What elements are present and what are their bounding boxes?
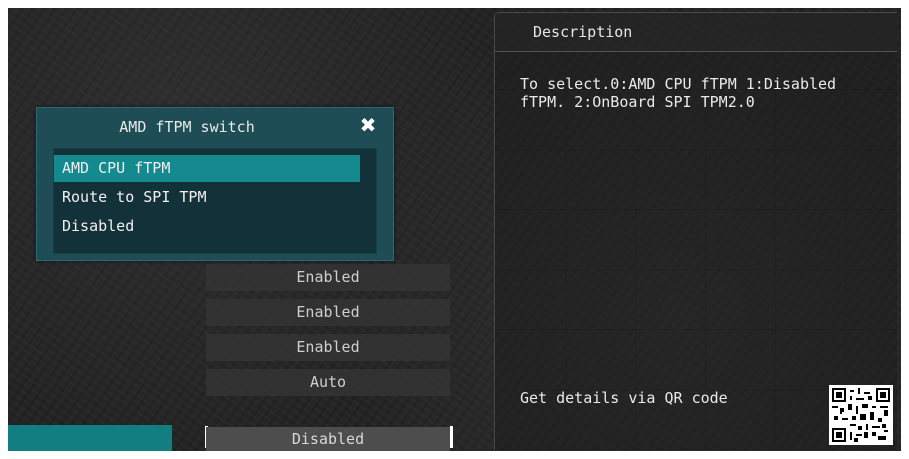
description-header: Description xyxy=(495,13,897,52)
amd-ftpm-switch-dialog: AMD fTPM switch ✖ AMD CPU fTPM Route to … xyxy=(36,107,394,261)
description-panel: Description To select.0:AMD CPU fTPM 1:D… xyxy=(494,12,897,450)
description-text: To select.0:AMD CPU fTPM 1:Disabled fTPM… xyxy=(520,75,837,111)
close-icon[interactable]: ✖ xyxy=(355,112,381,138)
dialog-option-list: AMD CPU fTPM Route to SPI TPM Disabled xyxy=(53,148,377,254)
qr-code-image xyxy=(829,385,893,445)
dialog-option-route-to-spi-tpm[interactable]: Route to SPI TPM xyxy=(54,184,207,211)
option-value-button[interactable]: Auto xyxy=(206,369,450,396)
dialog-option-disabled[interactable]: Disabled xyxy=(54,213,134,240)
description-title: Description xyxy=(533,23,633,41)
bios-screen: Description To select.0:AMD CPU fTPM 1:D… xyxy=(8,8,901,451)
selection-bracket-right xyxy=(450,426,453,448)
dialog-title: AMD fTPM switch xyxy=(119,118,255,136)
option-value-button[interactable]: Enabled xyxy=(206,299,450,326)
selected-row-highlight xyxy=(8,425,172,451)
option-value-button[interactable]: Enabled xyxy=(206,334,450,361)
qr-code-label: Get details via QR code xyxy=(520,389,728,407)
dialog-option-amd-cpu-ftpm[interactable]: AMD CPU fTPM xyxy=(54,155,360,182)
option-value-button[interactable]: Enabled xyxy=(206,264,450,291)
amd-ftpm-value-button[interactable]: Disabled xyxy=(206,427,450,451)
